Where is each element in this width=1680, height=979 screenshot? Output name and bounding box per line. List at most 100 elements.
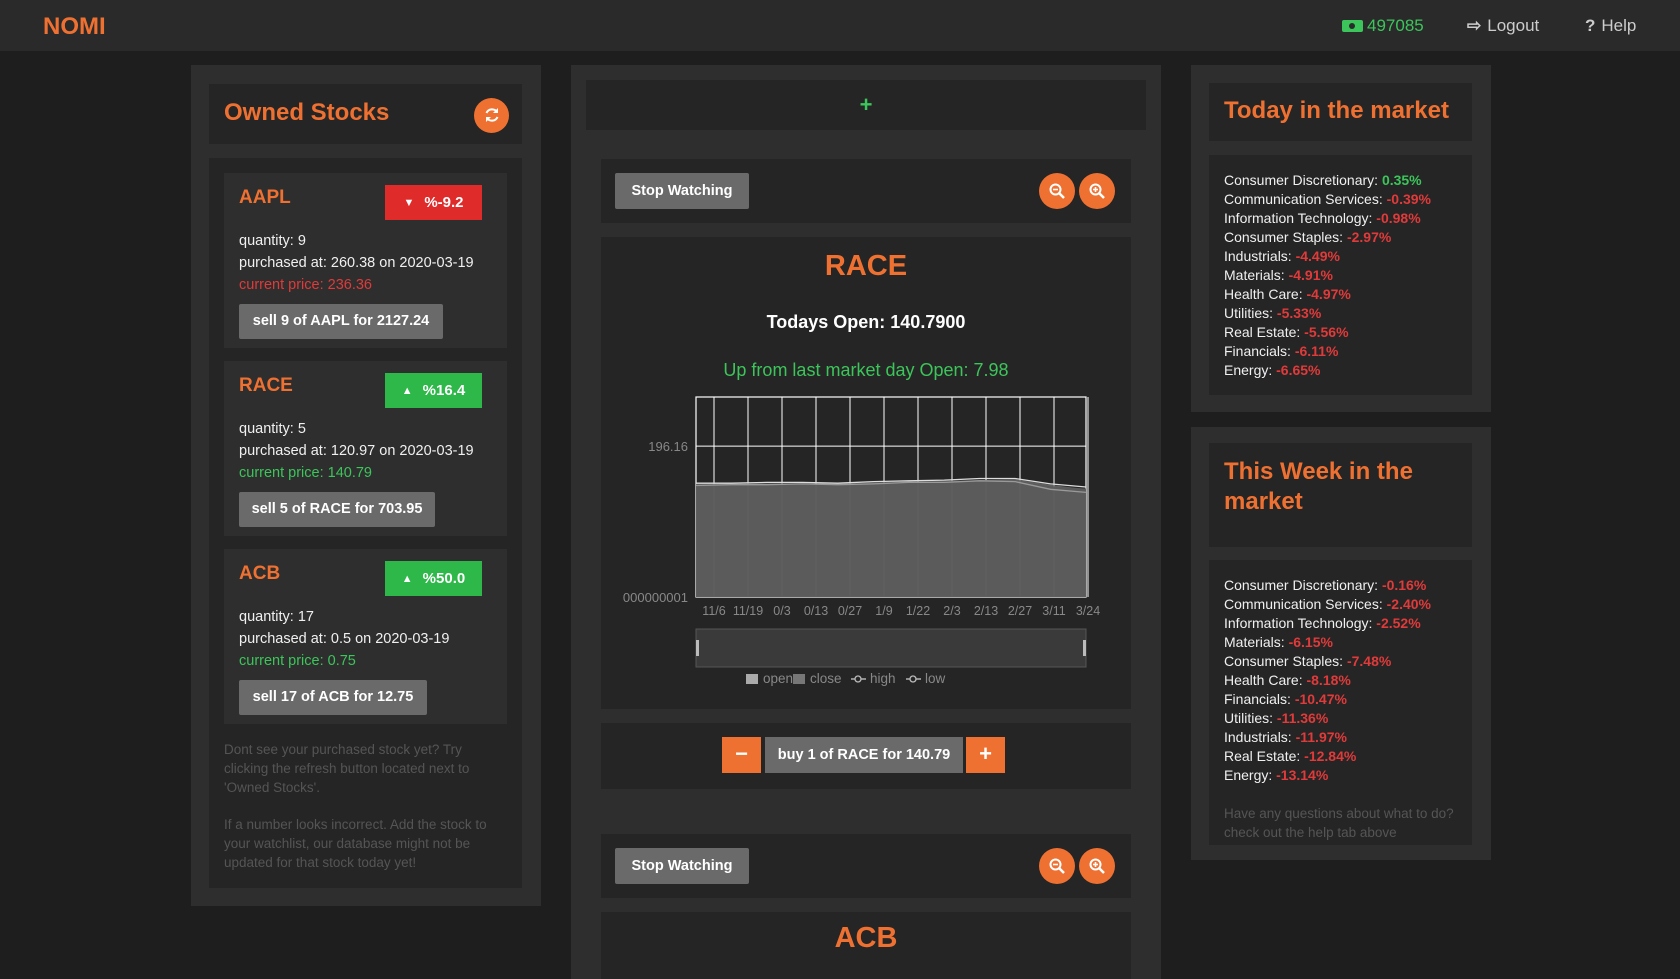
sector-change: -0.98% bbox=[1376, 210, 1421, 226]
sector-change: -4.49% bbox=[1295, 248, 1340, 264]
today-market-body: Consumer Discretionary: 0.35% Communicati… bbox=[1209, 155, 1472, 395]
owned-stocks-header: Owned Stocks bbox=[209, 84, 522, 144]
price-chart[interactable]: 196.16 000000001 11/6 11/19 0/3 0/13 0/27 1/9 1/… bbox=[601, 387, 1131, 697]
x-tick-label: 0/3 bbox=[773, 604, 790, 618]
sector-name: Health Care: bbox=[1224, 286, 1307, 302]
quantity-text: quantity: 9 bbox=[239, 233, 306, 249]
sector-row: Energy: -13.14% bbox=[1224, 766, 1431, 785]
sell-button[interactable]: sell 17 of ACB for 12.75 bbox=[239, 680, 427, 715]
sector-row: Consumer Discretionary: -0.16% bbox=[1224, 576, 1431, 595]
sector-name: Materials: bbox=[1224, 267, 1289, 283]
stock-symbol: AAPL bbox=[239, 187, 291, 208]
sector-row: Health Care: -4.97% bbox=[1224, 285, 1431, 304]
quantity-text: quantity: 5 bbox=[239, 421, 306, 437]
range-navigator bbox=[695, 628, 1087, 668]
sector-change: -0.39% bbox=[1386, 191, 1431, 207]
help-link[interactable]: ? Help bbox=[1585, 16, 1636, 36]
owned-stocks-title: Owned Stocks bbox=[224, 99, 390, 126]
owned-stock-card: AAPL ▼ %-9.2 quantity: 9 purchased at: 26… bbox=[224, 173, 507, 348]
stock-title: ACB bbox=[834, 922, 898, 954]
zoom-out-icon bbox=[1049, 858, 1065, 874]
sector-name: Real Estate: bbox=[1224, 324, 1305, 340]
zoom-out-button[interactable] bbox=[1039, 848, 1075, 884]
open-delta-text: Up from last market day Open: 7.98 bbox=[723, 360, 1009, 380]
legend-label: close bbox=[810, 671, 842, 686]
refresh-icon bbox=[485, 108, 498, 122]
stock-detail-panel: ACB bbox=[601, 912, 1131, 979]
change-badge: ▲ %50.0 bbox=[385, 561, 482, 596]
change-badge: ▼ %-9.2 bbox=[385, 185, 482, 220]
refresh-button[interactable] bbox=[474, 98, 509, 133]
y-tick-label: 196.16 bbox=[648, 439, 688, 454]
buy-button[interactable]: buy 1 of RACE for 140.79 bbox=[765, 737, 963, 773]
sector-row: Real Estate: -5.56% bbox=[1224, 323, 1431, 342]
sector-name: Real Estate: bbox=[1224, 748, 1305, 764]
sector-row: Financials: -6.11% bbox=[1224, 342, 1431, 361]
x-tick-label: 3/11 bbox=[1042, 604, 1065, 618]
stop-watching-button[interactable]: Stop Watching bbox=[615, 848, 749, 884]
today-sector-list: Consumer Discretionary: 0.35% Communicati… bbox=[1224, 171, 1431, 380]
sector-row: Communication Services: -2.40% bbox=[1224, 595, 1431, 614]
legend-label: low bbox=[925, 671, 946, 686]
zoom-in-icon bbox=[1089, 183, 1105, 199]
sector-change: -2.97% bbox=[1346, 229, 1392, 245]
sector-change: -5.33% bbox=[1276, 305, 1322, 321]
sector-name: Financials: bbox=[1224, 343, 1295, 359]
sell-button[interactable]: sell 5 of RACE for 703.95 bbox=[239, 492, 435, 527]
zoom-in-button[interactable] bbox=[1079, 848, 1115, 884]
sector-row: Utilities: -11.36% bbox=[1224, 709, 1431, 728]
todays-open-text: Todays Open: 140.7900 bbox=[766, 312, 966, 332]
stop-watching-button[interactable]: Stop Watching bbox=[615, 173, 749, 209]
zoom-out-icon bbox=[1049, 183, 1065, 199]
sector-row: Real Estate: -12.84% bbox=[1224, 747, 1431, 766]
week-market-header: This Week in the market bbox=[1209, 443, 1472, 547]
owned-stock-card: RACE ▲ %16.4 quantity: 5 purchased at: 12… bbox=[224, 361, 507, 536]
change-value: %-9.2 bbox=[424, 194, 464, 211]
question-icon: ? bbox=[1585, 16, 1596, 35]
sector-name: Information Technology: bbox=[1224, 615, 1377, 631]
purchased-text: purchased at: 120.97 on 2020-03-19 bbox=[239, 443, 474, 459]
help-label: Help bbox=[1601, 16, 1637, 35]
increase-quantity-button[interactable]: + bbox=[966, 737, 1005, 773]
sector-name: Communication Services: bbox=[1224, 191, 1387, 207]
sector-change: 0.35% bbox=[1381, 172, 1422, 188]
sector-row: Industrials: -11.97% bbox=[1224, 728, 1431, 747]
sector-name: Materials: bbox=[1224, 634, 1289, 650]
zoom-out-button[interactable] bbox=[1039, 173, 1075, 209]
x-tick-label: 1/22 bbox=[906, 604, 930, 618]
today-market-title: Today in the market bbox=[1224, 97, 1449, 124]
sector-row: Information Technology: -0.98% bbox=[1224, 209, 1431, 228]
y-tick-label: 000000001 bbox=[623, 590, 688, 605]
x-tick-label: 2/3 bbox=[943, 604, 960, 618]
sector-change: -5.56% bbox=[1304, 324, 1349, 340]
decrease-quantity-button[interactable]: − bbox=[722, 737, 761, 773]
sector-change: -8.18% bbox=[1306, 672, 1351, 688]
owned-stock-card: ACB ▲ %50.0 quantity: 17 purchased at: 0.… bbox=[224, 549, 507, 724]
week-market-column: This Week in the market Consumer Discret… bbox=[1191, 427, 1491, 860]
legend-label: open bbox=[763, 671, 793, 686]
zoom-in-icon bbox=[1089, 858, 1105, 874]
sector-name: Consumer Staples: bbox=[1224, 229, 1347, 245]
brand-logo[interactable]: NOMI bbox=[43, 13, 106, 41]
sector-row: Communication Services: -0.39% bbox=[1224, 190, 1431, 209]
x-tick-label: 2/13 bbox=[974, 604, 998, 618]
add-stock-panel: + bbox=[586, 80, 1146, 130]
sector-row: Consumer Staples: -2.97% bbox=[1224, 228, 1431, 247]
sector-name: Utilities: bbox=[1224, 305, 1277, 321]
add-stock-button[interactable]: + bbox=[586, 80, 1146, 130]
stock-detail-panel: RACE Todays Open: 140.7900 Up from last … bbox=[601, 237, 1131, 709]
zoom-in-button[interactable] bbox=[1079, 173, 1115, 209]
change-value: %16.4 bbox=[422, 382, 466, 399]
sector-change: -12.84% bbox=[1304, 748, 1357, 764]
sector-row: Materials: -6.15% bbox=[1224, 633, 1431, 652]
legend-marker-low bbox=[909, 675, 917, 683]
stock-symbol: ACB bbox=[239, 563, 281, 584]
sector-name: Information Technology: bbox=[1224, 210, 1377, 226]
legend-swatch-close bbox=[793, 674, 805, 684]
owned-stocks-list: AAPL ▼ %-9.2 quantity: 9 purchased at: 26… bbox=[209, 158, 522, 888]
logout-link[interactable]: ⇨ Logout bbox=[1467, 16, 1539, 36]
balance-value: 497085 bbox=[1367, 16, 1424, 35]
sell-button[interactable]: sell 9 of AAPL for 2127.24 bbox=[239, 304, 443, 339]
change-badge: ▲ %16.4 bbox=[385, 373, 482, 408]
legend-label: high bbox=[870, 671, 896, 686]
